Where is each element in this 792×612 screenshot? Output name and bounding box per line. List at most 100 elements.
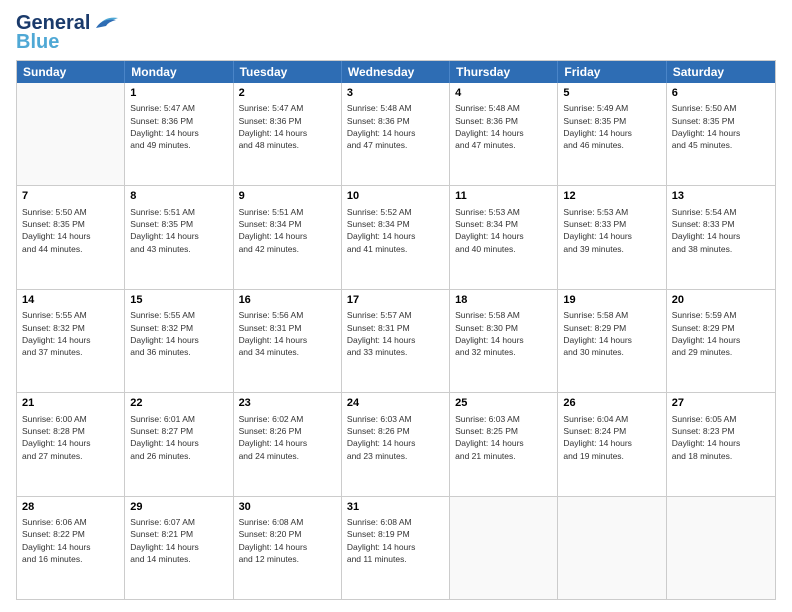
day-cell-31: 31Sunrise: 6:08 AM Sunset: 8:19 PM Dayli… [342,497,450,599]
day-number: 9 [239,189,336,204]
day-number: 28 [22,500,119,515]
day-number: 7 [22,189,119,204]
day-cell-21: 21 Sunrise: 6:00 AM Sunset: 8:28 PM Dayli… [17,393,125,495]
day-number: 1 [130,86,227,101]
day-number: 5 [563,86,660,101]
day-number: 4 [455,86,552,101]
day-info: Sunrise: 5:55 AM Sunset: 8:32 PM Dayligh… [22,309,119,358]
day-number: 21 [22,396,119,411]
day-cell-18: 18Sunrise: 5:58 AM Sunset: 8:30 PM Dayli… [450,290,558,392]
day-cell-10: 10 Sunrise: 5:52 AM Sunset: 8:34 PM Dayli… [342,186,450,288]
day-cell-30: 30Sunrise: 6:08 AM Sunset: 8:20 PM Dayli… [234,497,342,599]
day-cell-14: 14Sunrise: 5:55 AM Sunset: 8:32 PM Dayli… [17,290,125,392]
day-info: Sunrise: 5:54 AM Sunset: 8:33 PM Dayligh… [672,206,770,255]
day-info: Sunrise: 6:04 AM Sunset: 8:24 PM Dayligh… [563,413,660,462]
day-cell-24: 24 Sunrise: 6:03 AM Sunset: 8:26 PM Dayli… [342,393,450,495]
day-cell-28: 28Sunrise: 6:06 AM Sunset: 8:22 PM Dayli… [17,497,125,599]
day-info: Sunrise: 5:58 AM Sunset: 8:30 PM Dayligh… [455,309,552,358]
page: General Blue SundayMondayTuesdayWednesda… [0,0,792,612]
day-info: Sunrise: 5:57 AM Sunset: 8:31 PM Dayligh… [347,309,444,358]
day-info: Sunrise: 6:07 AM Sunset: 8:21 PM Dayligh… [130,516,227,565]
day-number: 20 [672,293,770,308]
day-number: 10 [347,189,444,204]
day-info: Sunrise: 6:06 AM Sunset: 8:22 PM Dayligh… [22,516,119,565]
day-cell-27: 27 Sunrise: 6:05 AM Sunset: 8:23 PM Dayli… [667,393,775,495]
day-info: Sunrise: 5:53 AM Sunset: 8:34 PM Dayligh… [455,206,552,255]
logo-blue: Blue [16,32,59,52]
day-number: 31 [347,500,444,515]
day-number: 18 [455,293,552,308]
weekday-header-thursday: Thursday [450,61,558,83]
day-cell-29: 29Sunrise: 6:07 AM Sunset: 8:21 PM Dayli… [125,497,233,599]
calendar-header: SundayMondayTuesdayWednesdayThursdayFrid… [17,61,775,83]
day-cell-12: 12Sunrise: 5:53 AM Sunset: 8:33 PM Dayli… [558,186,666,288]
day-cell-22: 22 Sunrise: 6:01 AM Sunset: 8:27 PM Dayli… [125,393,233,495]
day-cell-3: 3Sunrise: 5:48 AM Sunset: 8:36 PM Daylig… [342,83,450,185]
day-info: Sunrise: 6:05 AM Sunset: 8:23 PM Dayligh… [672,413,770,462]
weekday-header-monday: Monday [125,61,233,83]
day-info: Sunrise: 5:51 AM Sunset: 8:35 PM Dayligh… [130,206,227,255]
day-number: 11 [455,189,552,204]
day-cell-empty-0-0 [17,83,125,185]
day-cell-11: 11 Sunrise: 5:53 AM Sunset: 8:34 PM Dayli… [450,186,558,288]
day-number: 8 [130,189,227,204]
day-cell-empty-4-5 [558,497,666,599]
day-number: 16 [239,293,336,308]
weekday-header-friday: Friday [558,61,666,83]
day-cell-23: 23 Sunrise: 6:02 AM Sunset: 8:26 PM Dayli… [234,393,342,495]
day-cell-empty-4-6 [667,497,775,599]
day-cell-20: 20Sunrise: 5:59 AM Sunset: 8:29 PM Dayli… [667,290,775,392]
day-number: 27 [672,396,770,411]
day-cell-2: 2Sunrise: 5:47 AM Sunset: 8:36 PM Daylig… [234,83,342,185]
calendar-row-2: 14Sunrise: 5:55 AM Sunset: 8:32 PM Dayli… [17,289,775,392]
day-number: 17 [347,293,444,308]
header: General Blue [16,12,776,52]
calendar-row-0: 1 Sunrise: 5:47 AM Sunset: 8:36 PM Daylig… [17,83,775,185]
day-number: 3 [347,86,444,101]
day-info: Sunrise: 5:49 AM Sunset: 8:35 PM Dayligh… [563,102,660,151]
day-info: Sunrise: 6:03 AM Sunset: 8:25 PM Dayligh… [455,413,552,462]
day-info: Sunrise: 5:50 AM Sunset: 8:35 PM Dayligh… [672,102,770,151]
day-number: 29 [130,500,227,515]
logo-general: General [16,13,90,33]
day-info: Sunrise: 5:51 AM Sunset: 8:34 PM Dayligh… [239,206,336,255]
weekday-header-tuesday: Tuesday [234,61,342,83]
day-number: 23 [239,396,336,411]
day-number: 22 [130,396,227,411]
day-cell-1: 1Sunrise: 5:47 AM Sunset: 8:36 PM Daylig… [125,83,233,185]
weekday-header-sunday: Sunday [17,61,125,83]
day-info: Sunrise: 6:03 AM Sunset: 8:26 PM Dayligh… [347,413,444,462]
day-info: Sunrise: 5:48 AM Sunset: 8:36 PM Dayligh… [347,102,444,151]
day-cell-4: 4Sunrise: 5:48 AM Sunset: 8:36 PM Daylig… [450,83,558,185]
day-info: Sunrise: 5:55 AM Sunset: 8:32 PM Dayligh… [130,309,227,358]
day-info: Sunrise: 5:59 AM Sunset: 8:29 PM Dayligh… [672,309,770,358]
day-number: 13 [672,189,770,204]
day-info: Sunrise: 6:08 AM Sunset: 8:19 PM Dayligh… [347,516,444,565]
day-cell-8: 8 Sunrise: 5:51 AM Sunset: 8:35 PM Daylig… [125,186,233,288]
day-number: 30 [239,500,336,515]
day-info: Sunrise: 5:47 AM Sunset: 8:36 PM Dayligh… [239,102,336,151]
day-info: Sunrise: 5:58 AM Sunset: 8:29 PM Dayligh… [563,309,660,358]
day-cell-15: 15Sunrise: 5:55 AM Sunset: 8:32 PM Dayli… [125,290,233,392]
day-cell-17: 17Sunrise: 5:57 AM Sunset: 8:31 PM Dayli… [342,290,450,392]
day-info: Sunrise: 5:52 AM Sunset: 8:34 PM Dayligh… [347,206,444,255]
day-cell-13: 13 Sunrise: 5:54 AM Sunset: 8:33 PM Dayli… [667,186,775,288]
day-info: Sunrise: 5:50 AM Sunset: 8:35 PM Dayligh… [22,206,119,255]
day-info: Sunrise: 5:56 AM Sunset: 8:31 PM Dayligh… [239,309,336,358]
day-info: Sunrise: 6:00 AM Sunset: 8:28 PM Dayligh… [22,413,119,462]
logo: General Blue [16,12,120,52]
logo-bird-icon [90,12,120,34]
day-info: Sunrise: 6:01 AM Sunset: 8:27 PM Dayligh… [130,413,227,462]
day-number: 24 [347,396,444,411]
day-number: 6 [672,86,770,101]
calendar-row-3: 21 Sunrise: 6:00 AM Sunset: 8:28 PM Dayli… [17,392,775,495]
day-number: 25 [455,396,552,411]
day-info: Sunrise: 5:53 AM Sunset: 8:33 PM Dayligh… [563,206,660,255]
calendar: SundayMondayTuesdayWednesdayThursdayFrid… [16,60,776,600]
day-cell-25: 25 Sunrise: 6:03 AM Sunset: 8:25 PM Dayli… [450,393,558,495]
day-cell-26: 26Sunrise: 6:04 AM Sunset: 8:24 PM Dayli… [558,393,666,495]
day-cell-5: 5Sunrise: 5:49 AM Sunset: 8:35 PM Daylig… [558,83,666,185]
day-number: 19 [563,293,660,308]
day-info: Sunrise: 6:02 AM Sunset: 8:26 PM Dayligh… [239,413,336,462]
day-cell-9: 9 Sunrise: 5:51 AM Sunset: 8:34 PM Daylig… [234,186,342,288]
